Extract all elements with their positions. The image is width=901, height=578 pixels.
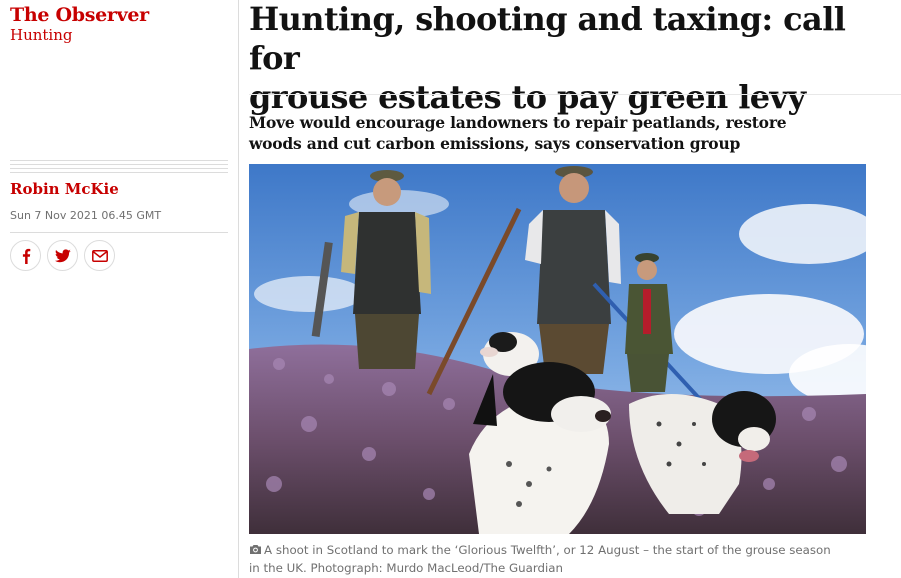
- author-link[interactable]: Robin McKie: [10, 180, 119, 198]
- caption-line-1: A shoot in Scotland to mark the ‘Gloriou…: [264, 543, 831, 557]
- divider: [10, 232, 228, 233]
- email-icon: [91, 249, 108, 262]
- share-facebook-button[interactable]: [10, 240, 41, 271]
- facebook-icon: [22, 248, 30, 264]
- article-standfirst: Move would encourage landowners to repai…: [249, 112, 809, 154]
- left-column: The Observer Hunting Robin McKie Sun 7 N…: [0, 0, 238, 578]
- photo-illustration: [249, 164, 866, 534]
- share-twitter-button[interactable]: [47, 240, 78, 271]
- camera-icon: [250, 545, 261, 554]
- twitter-icon: [54, 248, 71, 262]
- headline-line-2: grouse estates to pay green levy: [249, 78, 806, 116]
- headline-line-1: Hunting, shooting and taxing: call for: [249, 0, 846, 77]
- headline-divider: [249, 94, 901, 95]
- caption-line-2: in the UK. Photograph: Murdo MacLeod/The…: [249, 561, 563, 575]
- photo-caption: A shoot in Scotland to mark the ‘Gloriou…: [249, 541, 879, 577]
- main-photo[interactable]: [249, 164, 866, 534]
- byline-rules: [10, 160, 228, 176]
- publish-date[interactable]: Sun 7 Nov 2021 06.45 GMT: [10, 209, 161, 222]
- standfirst-line-1: Move would encourage landowners to repai…: [249, 113, 787, 132]
- article-headline: Hunting, shooting and taxing: call for g…: [249, 0, 889, 117]
- section-tag-hunting[interactable]: Hunting: [10, 26, 73, 44]
- share-email-button[interactable]: [84, 240, 115, 271]
- standfirst-line-2: woods and cut carbon emissions, says con…: [249, 134, 741, 153]
- column-divider: [238, 0, 239, 578]
- publication-link[interactable]: The Observer: [10, 4, 149, 26]
